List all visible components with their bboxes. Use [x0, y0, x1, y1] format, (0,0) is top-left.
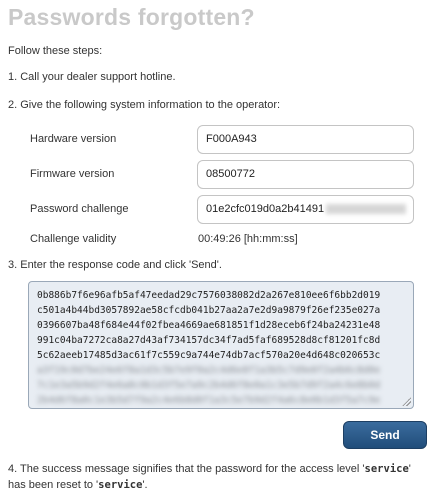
response-line: 0b886b7f6e96afb5af47eedad29c7576038082d2…	[37, 290, 381, 301]
reset-password-value: service	[98, 479, 143, 491]
challenge-validity-label: Challenge validity	[30, 233, 117, 245]
hardware-version-label: Hardware version	[30, 133, 117, 145]
step-4-suffix: '.	[142, 479, 148, 491]
hardware-version-field[interactable]: F000A943	[197, 125, 414, 154]
response-redacted-line: a3f19c0d7be24e6f8a1d3c5b7e9f0a2c4d6e8f1a…	[37, 365, 381, 376]
intro-text: Follow these steps:	[8, 45, 103, 57]
response-redacted-line: 7c1e3a5b9d2f4e6a8c0b1d3f5e7a9c2b4d6f8e0a…	[37, 380, 381, 391]
access-level-name: service	[364, 463, 409, 475]
response-redacted-line: 2b4d6f8a0c1e3b5d7f9a2c4e6b8d0f1a3c5e7b9d…	[37, 395, 381, 406]
page-title: Passwords forgotten?	[8, 4, 255, 30]
password-challenge-field[interactable]: 01e2cfc019d0a2b41491	[197, 195, 414, 224]
response-line: 5c62aeeb17485d3ac61f7c559c9a744e74db7acf…	[37, 350, 381, 361]
firmware-version-field[interactable]: 08500772	[197, 160, 414, 189]
response-line: 0396607ba48f684e44f02fbea4669ae681851f1d…	[37, 320, 381, 331]
redacted-area	[326, 204, 407, 215]
resize-grip-icon[interactable]	[402, 397, 411, 406]
password-challenge-label: Password challenge	[30, 203, 129, 215]
step-1-text: 1. Call your dealer support hotline.	[8, 71, 176, 83]
response-line: c501a4b44bd3057892ae58cfcdb041b27aa2a7e2…	[37, 305, 381, 316]
response-line: 991c04ba7272ca8a27d43af734157dc34f7ad5fa…	[37, 335, 381, 346]
challenge-validity-value: 00:49:26 [hh:mm:ss]	[198, 233, 298, 245]
step-4-text: 4. The success message signifies that th…	[8, 461, 428, 493]
step-3-text: 3. Enter the response code and click 'Se…	[8, 259, 222, 271]
response-code-textarea[interactable]: 0b886b7f6e96afb5af47eedad29c7576038082d2…	[28, 281, 414, 409]
step-2-text: 2. Give the following system information…	[8, 99, 281, 111]
step-4-prefix: 4. The success message signifies that th…	[8, 463, 365, 475]
firmware-version-label: Firmware version	[30, 168, 115, 180]
password-challenge-value: 01e2cfc019d0a2b41491	[206, 203, 325, 215]
send-button[interactable]: Send	[343, 421, 427, 449]
